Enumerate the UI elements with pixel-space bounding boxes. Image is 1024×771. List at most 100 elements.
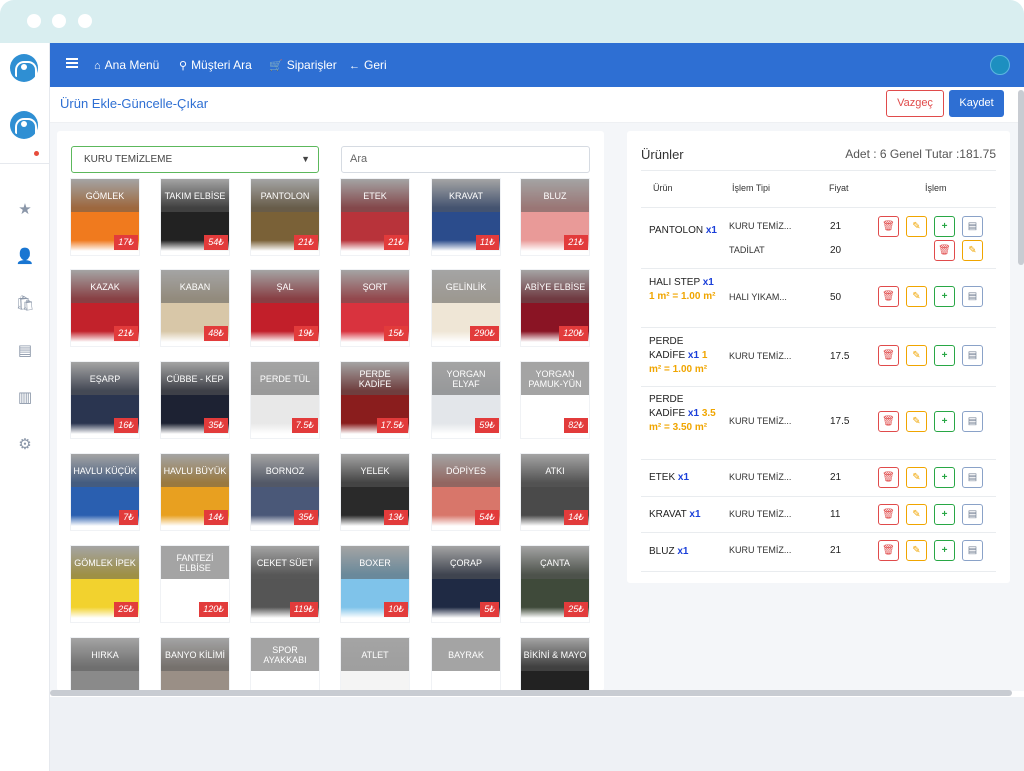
edit-button[interactable]: ✎ [906,467,927,488]
product-tile[interactable]: ÇANTA 25₺ [521,546,589,622]
note-button[interactable]: ▤ [962,216,983,237]
nav-item-1[interactable]: ⚲ Müşteri Ara [179,43,252,87]
add-button[interactable]: + [934,345,955,366]
product-tile[interactable]: GELİNLİK 290₺ [432,270,500,346]
product-tile[interactable]: ÇORAP 5₺ [432,546,500,622]
product-name-text: KRAVAT [649,509,687,520]
hamburger-menu-icon[interactable] [66,58,78,68]
note-button[interactable]: ▤ [962,411,983,432]
product-tile[interactable]: PERDE TÜL 7.5₺ [251,362,319,438]
edit-button[interactable]: ✎ [906,216,927,237]
horizontal-scrollbar[interactable] [50,690,1012,696]
note-button[interactable]: ▤ [962,504,983,525]
trash-icon: 🗑 [882,545,895,556]
product-tile[interactable]: YORGAN ELYAF 59₺ [432,362,500,438]
product-tile[interactable]: KRAVAT 11₺ [432,179,500,255]
delete-button[interactable]: 🗑 [878,467,899,488]
note-icon: ▤ [967,545,978,556]
delete-button[interactable]: 🗑 [878,504,899,525]
product-tile[interactable]: TAKIM ELBİSE 54₺ [161,179,229,255]
app-logo-icon[interactable] [10,54,38,82]
product-qty: x1 [702,277,714,288]
product-tile[interactable]: DÖPİYES 54₺ [432,454,500,530]
edit-button[interactable]: ✎ [906,345,927,366]
product-tile[interactable]: GÖMLEK 17₺ [71,179,139,255]
note-button[interactable]: ▤ [962,286,983,307]
note-button[interactable]: ▤ [962,540,983,561]
store-icon[interactable]: ▤ [14,340,36,362]
add-button[interactable]: + [934,411,955,432]
add-button[interactable]: + [934,540,955,561]
edit-button[interactable]: ✎ [962,240,983,261]
product-tile[interactable]: GÖMLEK İPEK 25₺ [71,546,139,622]
product-tile[interactable]: EŞARP 16₺ [71,362,139,438]
delete-button[interactable]: 🗑 [878,540,899,561]
product-tile[interactable]: ABİYE ELBİSE 120₺ [521,270,589,346]
delete-button[interactable]: 🗑 [934,240,955,261]
nav-item-3[interactable]: ← Geri [349,43,387,87]
product-tile[interactable]: YORGAN PAMUK-YÜN 82₺ [521,362,589,438]
product-tile[interactable]: ATLET [341,638,409,691]
product-row-name: PERDE KADİFE x1 1 m² = 1.00 m² [649,335,717,377]
browser-titlebar [0,0,1024,43]
vertical-scrollbar[interactable] [1018,90,1024,265]
product-name-text: BLUZ [649,546,675,557]
product-name: ABİYE ELBİSE [521,270,589,303]
product-search-input[interactable]: Ara [341,146,590,173]
plus-icon: + [941,350,948,361]
add-button[interactable]: + [934,286,955,307]
edit-button[interactable]: ✎ [906,504,927,525]
product-tile[interactable]: HIRKA [71,638,139,691]
gear-icon[interactable]: ⚙ [14,434,36,456]
product-tile[interactable]: BAYRAK [432,638,500,691]
product-tile[interactable]: YELEK 13₺ [341,454,409,530]
delete-button[interactable]: 🗑 [878,286,899,307]
product-tile[interactable]: ŞAL 19₺ [251,270,319,346]
edit-button[interactable]: ✎ [906,411,927,432]
add-button[interactable]: + [934,504,955,525]
app-logo-icon-secondary[interactable] [10,111,38,139]
nav-item-2[interactable]: 🛒 Siparişler [269,43,337,87]
product-tile[interactable]: KAZAK 21₺ [71,270,139,346]
product-tile[interactable]: HAVLU KÜÇÜK 7₺ [71,454,139,530]
product-tile[interactable]: ŞORT 15₺ [341,270,409,346]
add-button[interactable]: + [934,467,955,488]
cancel-button[interactable]: Vazgeç [886,90,944,117]
category-select[interactable]: KURU TEMİZLEME ▼ [71,146,319,173]
product-tile[interactable]: BOXER 10₺ [341,546,409,622]
product-tile[interactable]: ATKI 14₺ [521,454,589,530]
delete-button[interactable]: 🗑 [878,216,899,237]
bag-icon[interactable]: 🛍 [14,293,36,315]
product-row-name: KRAVAT x1 [649,508,721,522]
price-badge: 15₺ [384,326,408,341]
delete-button[interactable]: 🗑 [878,411,899,432]
add-button[interactable]: + [934,216,955,237]
user-avatar[interactable] [990,55,1010,75]
product-tile[interactable]: CEKET SÜET 119₺ [251,546,319,622]
note-button[interactable]: ▤ [962,467,983,488]
product-tile[interactable]: PANTOLON 21₺ [251,179,319,255]
edit-button[interactable]: ✎ [906,286,927,307]
nav-item-0[interactable]: ⌂ Ana Menü [94,43,159,87]
product-tile[interactable]: CÜBBE - KEP 35₺ [161,362,229,438]
star-icon[interactable]: ★ [14,199,36,221]
edit-button[interactable]: ✎ [906,540,927,561]
product-name: FANTEZİ ELBİSE [161,546,229,579]
delete-button[interactable]: 🗑 [878,345,899,366]
product-tile[interactable]: PERDE KADİFE 17.5₺ [341,362,409,438]
product-tile[interactable]: BİKİNİ & MAYO [521,638,589,691]
chart-icon[interactable]: ▥ [14,387,36,409]
product-tile[interactable]: BLUZ 21₺ [521,179,589,255]
user-icon[interactable]: 👤 [14,246,36,268]
product-tile[interactable]: KABAN 48₺ [161,270,229,346]
product-tile[interactable]: BORNOZ 35₺ [251,454,319,530]
product-tile[interactable]: FANTEZİ ELBİSE 120₺ [161,546,229,622]
product-tile[interactable]: ETEK 21₺ [341,179,409,255]
product-row-type: KURU TEMİZ... [729,509,792,519]
product-name: PERDE KADİFE [341,362,409,395]
product-tile[interactable]: HAVLU BÜYÜK 14₺ [161,454,229,530]
product-tile[interactable]: SPOR AYAKKABI [251,638,319,691]
note-button[interactable]: ▤ [962,345,983,366]
save-button[interactable]: Kaydet [949,90,1004,117]
product-tile[interactable]: BANYO KİLİMİ [161,638,229,691]
